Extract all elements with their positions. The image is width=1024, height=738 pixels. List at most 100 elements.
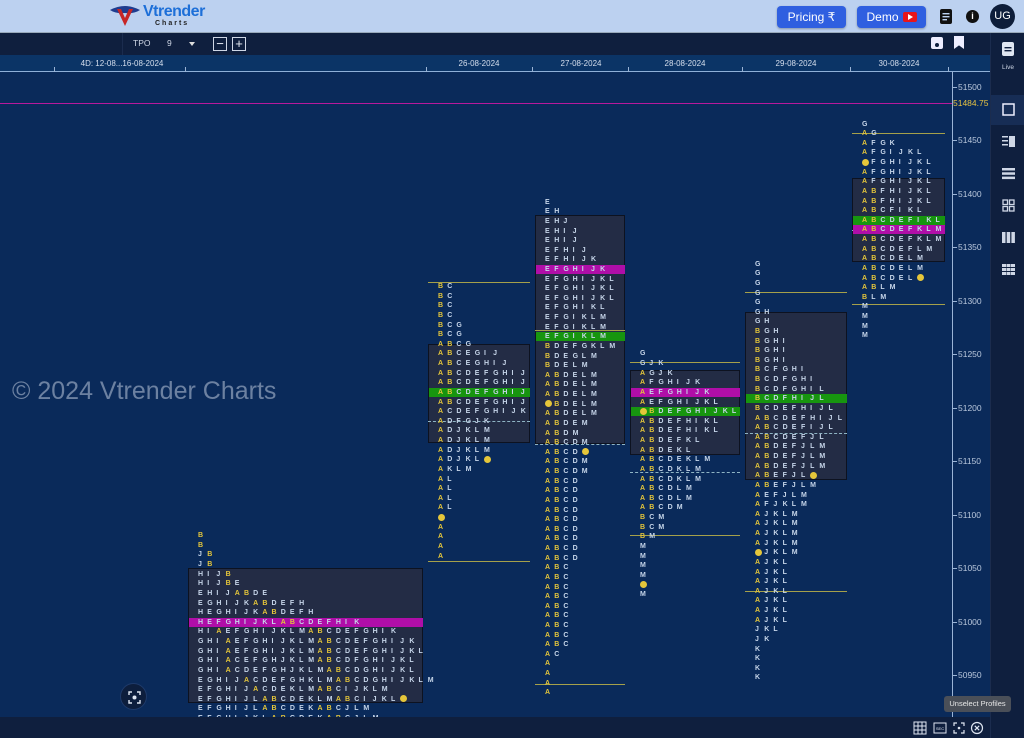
tpo-row: ABCDLM [631, 494, 740, 503]
tpo-letter: E [649, 388, 654, 396]
tpo-letter: D [667, 456, 673, 464]
close-circle-icon[interactable] [970, 721, 984, 735]
columns-layout-button[interactable] [991, 223, 1024, 253]
tpo-letter: C [563, 535, 569, 543]
rows-layout-button[interactable] [991, 159, 1024, 189]
zoom-out-button[interactable]: − [213, 37, 227, 51]
tpo-letter: C [354, 695, 360, 703]
tpo-letter: A [262, 609, 268, 617]
focus-icon[interactable] [952, 721, 966, 735]
tpo-letter: D [308, 618, 314, 626]
zoom-in-button[interactable]: + [232, 37, 246, 51]
document-icon[interactable] [939, 9, 953, 24]
grid-layout-button[interactable] [991, 191, 1024, 221]
tpo-letter: B [554, 506, 560, 514]
tpo-letter: I [234, 609, 237, 617]
tpo-letter: J [390, 666, 395, 674]
tpo-letter: B [554, 516, 560, 524]
tpo-letter: E [898, 255, 904, 263]
tpo-letter: I [483, 350, 486, 358]
tpo-letter: C [764, 376, 770, 384]
tpo-letter: E [198, 589, 203, 597]
split-layout-button[interactable] [991, 127, 1024, 157]
tpo-letter: H [773, 328, 779, 335]
avatar[interactable]: UG [990, 4, 1015, 29]
tpo-row: M [853, 312, 945, 321]
tpo-size-select[interactable]: 9 [167, 38, 172, 48]
pricing-button[interactable]: Pricing ₹ [777, 6, 846, 28]
tpo-letter: L [713, 398, 718, 406]
tpo-letter: G [262, 657, 268, 665]
tpo-row: BCDEFHIJL [746, 404, 847, 413]
tpo-letter: H [676, 388, 682, 396]
tpo-letter: M [862, 303, 868, 311]
tpo-letter: K [695, 379, 701, 387]
tpo-letter: E [207, 618, 212, 626]
tpo-letter: G [216, 705, 222, 713]
save-icon[interactable] [931, 37, 943, 49]
price-axis[interactable]: 51484.75 51500 51450 51400 51350 51300 51250 5… [952, 72, 990, 717]
tpo-letter: K [253, 609, 259, 617]
tpo-letter: D [465, 369, 471, 377]
tpo-letter: A [545, 689, 551, 697]
tpo-letter: B [438, 331, 444, 339]
grid-icon[interactable] [913, 721, 927, 735]
tpo-letter: E [667, 437, 673, 445]
price-tick [953, 675, 957, 676]
tpo-letter: J [216, 570, 221, 578]
tpo-letter: G [243, 628, 250, 636]
tpo-letter: K [409, 676, 415, 684]
tpo-letter: L [572, 362, 577, 370]
tpo-letter: J [590, 285, 595, 293]
tpo-letter: E [289, 609, 295, 617]
single-layout-button[interactable] [991, 95, 1024, 125]
sec-icon[interactable]: SEC [933, 721, 947, 735]
tpo-letter: J [400, 638, 405, 646]
tpo-letter: B [871, 264, 877, 272]
price-tick [953, 461, 957, 463]
vtrender-logo[interactable]: Vtrender Charts [108, 4, 205, 30]
tpo-letter: G [225, 618, 232, 626]
recenter-button[interactable] [120, 683, 147, 710]
tpo-letter: L [299, 657, 304, 665]
chevron-down-icon[interactable] [189, 42, 195, 46]
tpo-letter: B [649, 408, 655, 416]
pricing-label: Pricing ₹ [787, 10, 836, 24]
demo-button[interactable]: Demo [857, 6, 926, 28]
tpo-row: ABFHIJKL [853, 187, 945, 196]
tpo-letter: A [862, 187, 868, 195]
tpo-letter: F [299, 609, 304, 617]
tpo-letter: C [335, 657, 341, 665]
tpo-letter: C [447, 283, 453, 291]
profile-date-label: 30-08-2024 [878, 59, 920, 68]
live-button[interactable]: Live [991, 33, 1024, 71]
tpo-row: ABCDKLM [631, 475, 740, 484]
tpo-letter: I [381, 628, 384, 636]
tpo-letter: M [581, 458, 588, 466]
tpo-row: AFGK [853, 139, 945, 148]
tpo-letter: A [545, 535, 551, 543]
tpo-letter: B [289, 618, 295, 626]
tpo-letter: H [800, 404, 806, 412]
tpo-row: EH [536, 207, 625, 216]
tpo-letter: A [335, 676, 341, 684]
tpo-letter: B [755, 404, 761, 412]
tpo-letter: K [676, 475, 682, 483]
tpo-letter: G [493, 388, 499, 396]
tpo-letter: M [862, 313, 868, 321]
tpo-letter: E [545, 198, 550, 206]
tpo-letter: L [810, 453, 815, 461]
tpo-letter: A [755, 481, 761, 489]
tpo-row: AJKL [746, 616, 847, 625]
tpo-row: ABCDKLM [631, 465, 740, 474]
info-icon[interactable]: i [966, 10, 979, 23]
tpo-letter: H [676, 398, 682, 406]
tpo-letter: A [755, 443, 761, 451]
tpo-letter: A [545, 516, 551, 524]
tpo-chart[interactable]: © 2024 Vtrender Charts BBJBJBHIJBHIJBEEH… [0, 72, 952, 717]
tpo-letter: J [572, 227, 577, 235]
tpo-row: AJKL [746, 596, 847, 605]
table-layout-button[interactable] [991, 255, 1024, 285]
tpo-letter: F [326, 618, 331, 626]
tpo-letter: F [572, 342, 577, 350]
